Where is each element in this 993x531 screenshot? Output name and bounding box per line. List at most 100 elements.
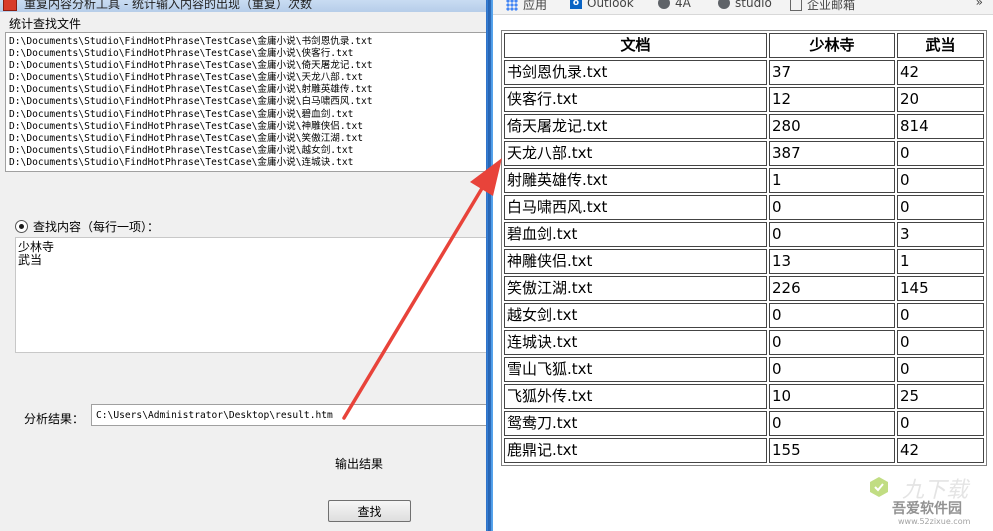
- cell-shaolin-count: 0: [769, 222, 895, 247]
- table-row: 越女剑.txt 0 0: [504, 303, 984, 328]
- cell-document: 鹿鼎记.txt: [504, 438, 767, 463]
- query-line: 少林寺: [18, 240, 55, 254]
- file-list-item[interactable]: D:\Documents\Studio\FindHotPhrase\TestCa…: [6, 109, 486, 121]
- bookmark-label: Outlook: [587, 0, 634, 10]
- cell-document: 射雕英雄传.txt: [504, 168, 767, 193]
- file-list-item[interactable]: D:\Documents\Studio\FindHotPhrase\TestCa…: [6, 36, 486, 48]
- cell-document: 笑傲江湖.txt: [504, 276, 767, 301]
- query-line: 武当: [18, 253, 43, 267]
- cell-document: 天龙八部.txt: [504, 141, 767, 166]
- cell-wudang-count: 814: [897, 114, 984, 139]
- file-list-item[interactable]: D:\Documents\Studio\FindHotPhrase\TestCa…: [6, 84, 486, 96]
- cell-shaolin-count: 13: [769, 249, 895, 274]
- cell-document: 书剑恩仇录.txt: [504, 60, 767, 85]
- taskbar-divider: [486, 0, 493, 531]
- cell-document: 白马啸西风.txt: [504, 195, 767, 220]
- files-group-label: 统计查找文件: [9, 17, 82, 31]
- query-label: 查找内容（每行一项）：: [33, 220, 160, 234]
- cell-wudang-count: 25: [897, 384, 984, 409]
- cell-shaolin-count: 0: [769, 357, 895, 382]
- query-radio-option[interactable]: 查找内容（每行一项）：: [15, 218, 159, 235]
- outlook-icon: o: [570, 0, 582, 9]
- file-list-item[interactable]: D:\Documents\Studio\FindHotPhrase\TestCa…: [6, 72, 486, 84]
- cell-wudang-count: 0: [897, 411, 984, 436]
- file-list-item[interactable]: D:\Documents\Studio\FindHotPhrase\TestCa…: [6, 145, 486, 157]
- file-list-item[interactable]: D:\Documents\Studio\FindHotPhrase\TestCa…: [6, 96, 486, 108]
- cell-wudang-count: 0: [897, 141, 984, 166]
- bookmark-label: 4A: [675, 0, 691, 10]
- table-header-row: 文档 少林寺 武当: [504, 33, 984, 58]
- watermark: 九下载 吾爱软件园 www.52zixue.com: [868, 470, 988, 530]
- cell-shaolin-count: 155: [769, 438, 895, 463]
- find-button[interactable]: 查找: [328, 500, 411, 522]
- cell-wudang-count: 0: [897, 303, 984, 328]
- watermark-logo-icon: [870, 477, 888, 497]
- analysis-tool-window: 重复内容分析工具 - 统计输入内容的出现（重复）次数 统计查找文件 D:\Doc…: [0, 0, 486, 531]
- bookmarks-bar: 应用 o Outlook 4A studio 企业邮箱 »: [493, 0, 993, 15]
- query-radio-button[interactable]: [15, 220, 28, 233]
- result-label: 分析结果：: [24, 412, 85, 426]
- table-row: 笑傲江湖.txt 226 145: [504, 276, 984, 301]
- chrome-icon: [718, 0, 730, 9]
- cell-wudang-count: 0: [897, 168, 984, 193]
- cell-document: 倚天屠龙记.txt: [504, 114, 767, 139]
- cell-document: 越女剑.txt: [504, 303, 767, 328]
- bookmark-4a[interactable]: 4A: [658, 0, 691, 10]
- result-table: 文档 少林寺 武当 书剑恩仇录.txt 37 42 侠客行.txt 12 20 倚天屠龙记.…: [501, 30, 987, 466]
- result-path-input[interactable]: C:\Users\Administrator\Desktop\result.ht…: [91, 404, 486, 426]
- apps-grid-icon: [506, 0, 518, 11]
- table-row: 鹿鼎记.txt 155 42: [504, 438, 984, 463]
- cell-document: 侠客行.txt: [504, 87, 767, 112]
- file-list-item[interactable]: D:\Documents\Studio\FindHotPhrase\TestCa…: [6, 157, 486, 169]
- cell-shaolin-count: 226: [769, 276, 895, 301]
- bookmark-mail[interactable]: 企业邮箱: [790, 0, 855, 13]
- table-row: 白马啸西风.txt 0 0: [504, 195, 984, 220]
- table-row: 天龙八部.txt 387 0: [504, 141, 984, 166]
- bookmark-label: 企业邮箱: [807, 0, 856, 12]
- cell-wudang-count: 145: [897, 276, 984, 301]
- cell-shaolin-count: 37: [769, 60, 895, 85]
- table-row: 射雕英雄传.txt 1 0: [504, 168, 984, 193]
- bookmark-outlook[interactable]: o Outlook: [570, 0, 634, 10]
- cell-wudang-count: 0: [897, 330, 984, 355]
- result-table-body: 书剑恩仇录.txt 37 42 侠客行.txt 12 20 倚天屠龙记.txt 280 814 天…: [504, 60, 984, 463]
- mail-icon: [790, 0, 802, 11]
- bookmark-studio[interactable]: studio: [718, 0, 772, 10]
- cell-wudang-count: 1: [897, 249, 984, 274]
- bookmarks-more-icon[interactable]: »: [976, 0, 983, 9]
- output-result-button[interactable]: 输出结果: [335, 455, 383, 472]
- cell-wudang-count: 42: [897, 438, 984, 463]
- cell-shaolin-count: 0: [769, 303, 895, 328]
- table-row: 神雕侠侣.txt 13 1: [504, 249, 984, 274]
- files-list[interactable]: D:\Documents\Studio\FindHotPhrase\TestCa…: [5, 32, 486, 172]
- cell-document: 飞狐外传.txt: [504, 384, 767, 409]
- header-document: 文档: [504, 33, 767, 58]
- cell-wudang-count: 20: [897, 87, 984, 112]
- bookmark-label: studio: [735, 0, 772, 10]
- cell-shaolin-count: 12: [769, 87, 895, 112]
- table-row: 侠客行.txt 12 20: [504, 87, 984, 112]
- query-textarea[interactable]: 少林寺 武当: [15, 237, 486, 353]
- browser-window: 应用 o Outlook 4A studio 企业邮箱 » 文档 少林寺 武当 …: [493, 0, 993, 531]
- cell-wudang-count: 3: [897, 222, 984, 247]
- file-list-item[interactable]: D:\Documents\Studio\FindHotPhrase\TestCa…: [6, 121, 486, 133]
- file-list-item[interactable]: D:\Documents\Studio\FindHotPhrase\TestCa…: [6, 133, 486, 145]
- table-row: 连城诀.txt 0 0: [504, 330, 984, 355]
- cell-document: 鸳鸯刀.txt: [504, 411, 767, 436]
- app-title-bar[interactable]: 重复内容分析工具 - 统计输入内容的出现（重复）次数: [0, 0, 486, 12]
- watermark-title: 吾爱软件园: [892, 501, 962, 517]
- table-row: 书剑恩仇录.txt 37 42: [504, 60, 984, 85]
- app-title: 重复内容分析工具 - 统计输入内容的出现（重复）次数: [24, 0, 312, 11]
- table-row: 雪山飞狐.txt 0 0: [504, 357, 984, 382]
- table-row: 鸳鸯刀.txt 0 0: [504, 411, 984, 436]
- bookmark-apps[interactable]: 应用: [506, 0, 547, 13]
- header-shaolin: 少林寺: [769, 33, 895, 58]
- cell-wudang-count: 0: [897, 357, 984, 382]
- cell-shaolin-count: 0: [769, 330, 895, 355]
- cell-wudang-count: 42: [897, 60, 984, 85]
- cell-document: 碧血剑.txt: [504, 222, 767, 247]
- file-list-item[interactable]: D:\Documents\Studio\FindHotPhrase\TestCa…: [6, 60, 486, 72]
- cell-shaolin-count: 280: [769, 114, 895, 139]
- file-list-item[interactable]: D:\Documents\Studio\FindHotPhrase\TestCa…: [6, 48, 486, 60]
- cell-shaolin-count: 0: [769, 411, 895, 436]
